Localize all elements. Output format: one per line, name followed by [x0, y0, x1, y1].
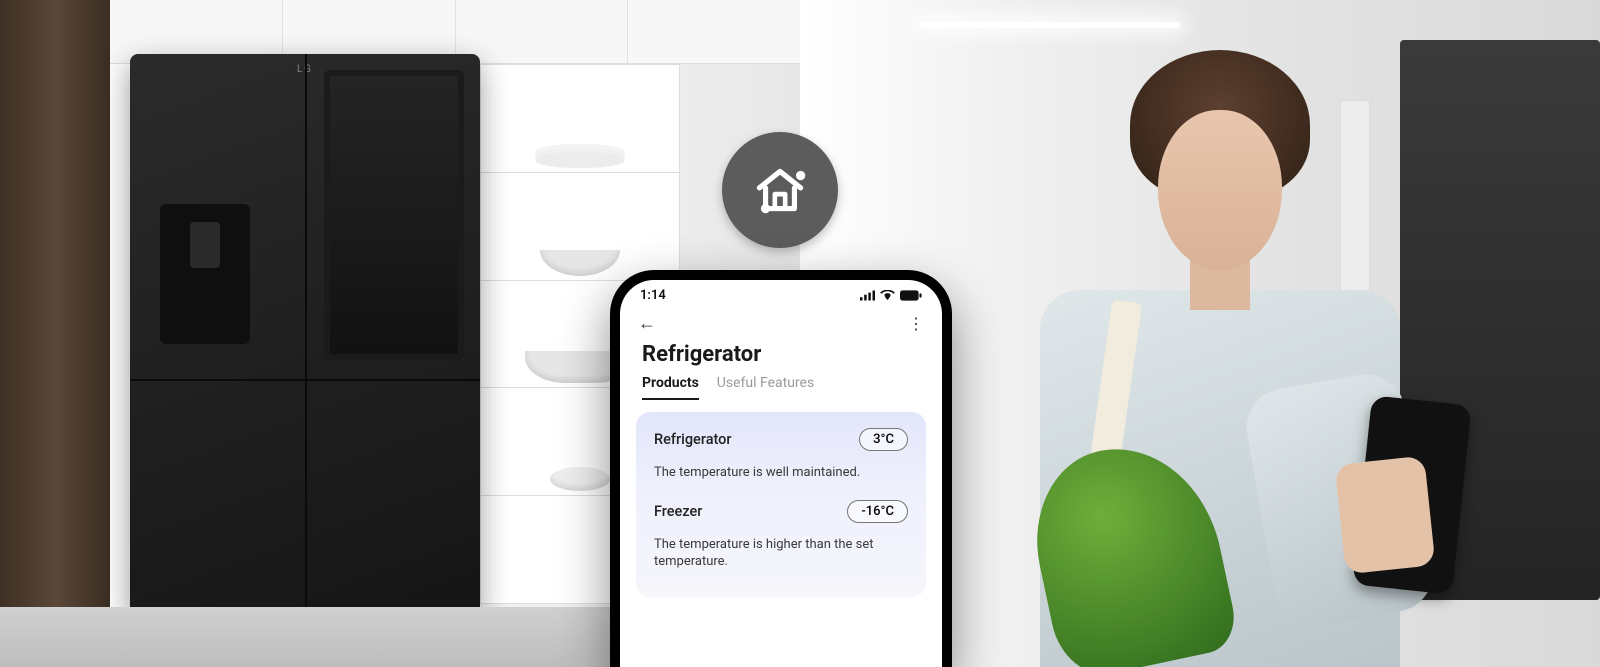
tab-bar: Products Useful Features: [620, 369, 942, 400]
status-icons: [860, 290, 922, 301]
battery-icon: [900, 290, 922, 301]
thinq-home-icon: [747, 157, 813, 223]
water-dispenser: [160, 204, 250, 344]
tab-products[interactable]: Products: [642, 375, 699, 400]
page-title: Refrigerator: [620, 338, 942, 369]
refrigerator-appliance: LG: [130, 54, 480, 614]
wood-wall: [0, 0, 110, 667]
freezer-row: Freezer -16°C: [654, 500, 908, 523]
cellular-icon: [860, 290, 875, 301]
fridge-row: Refrigerator 3°C: [654, 428, 908, 451]
promo-scene: LG: [0, 0, 1600, 667]
back-button[interactable]: ←: [638, 313, 656, 334]
app-screen: 1:14 ← ⋮ Refrigerator Products Useful Fe…: [620, 280, 942, 667]
thinq-badge: [722, 132, 838, 248]
fridge-temp-pill[interactable]: 3°C: [859, 428, 908, 451]
tab-useful-features[interactable]: Useful Features: [717, 375, 814, 400]
status-bar: 1:14: [620, 280, 942, 305]
temperature-card: Refrigerator 3°C The temperature is well…: [636, 412, 926, 597]
instaview-panel: [324, 70, 464, 360]
freezer-label: Freezer: [654, 503, 702, 520]
wifi-icon: [880, 290, 895, 301]
freezer-status-text: The temperature is higher than the set t…: [654, 537, 908, 571]
app-nav: ← ⋮: [620, 305, 942, 338]
fridge-status-text: The temperature is well maintained.: [654, 465, 908, 482]
phone-mockup: 1:14 ← ⋮ Refrigerator Products Useful Fe…: [610, 270, 952, 667]
status-time: 1:14: [640, 288, 666, 303]
more-button[interactable]: ⋮: [908, 314, 924, 333]
fridge-label: Refrigerator: [654, 431, 732, 448]
freezer-temp-pill[interactable]: -16°C: [847, 500, 908, 523]
person-with-phone: [980, 20, 1400, 667]
